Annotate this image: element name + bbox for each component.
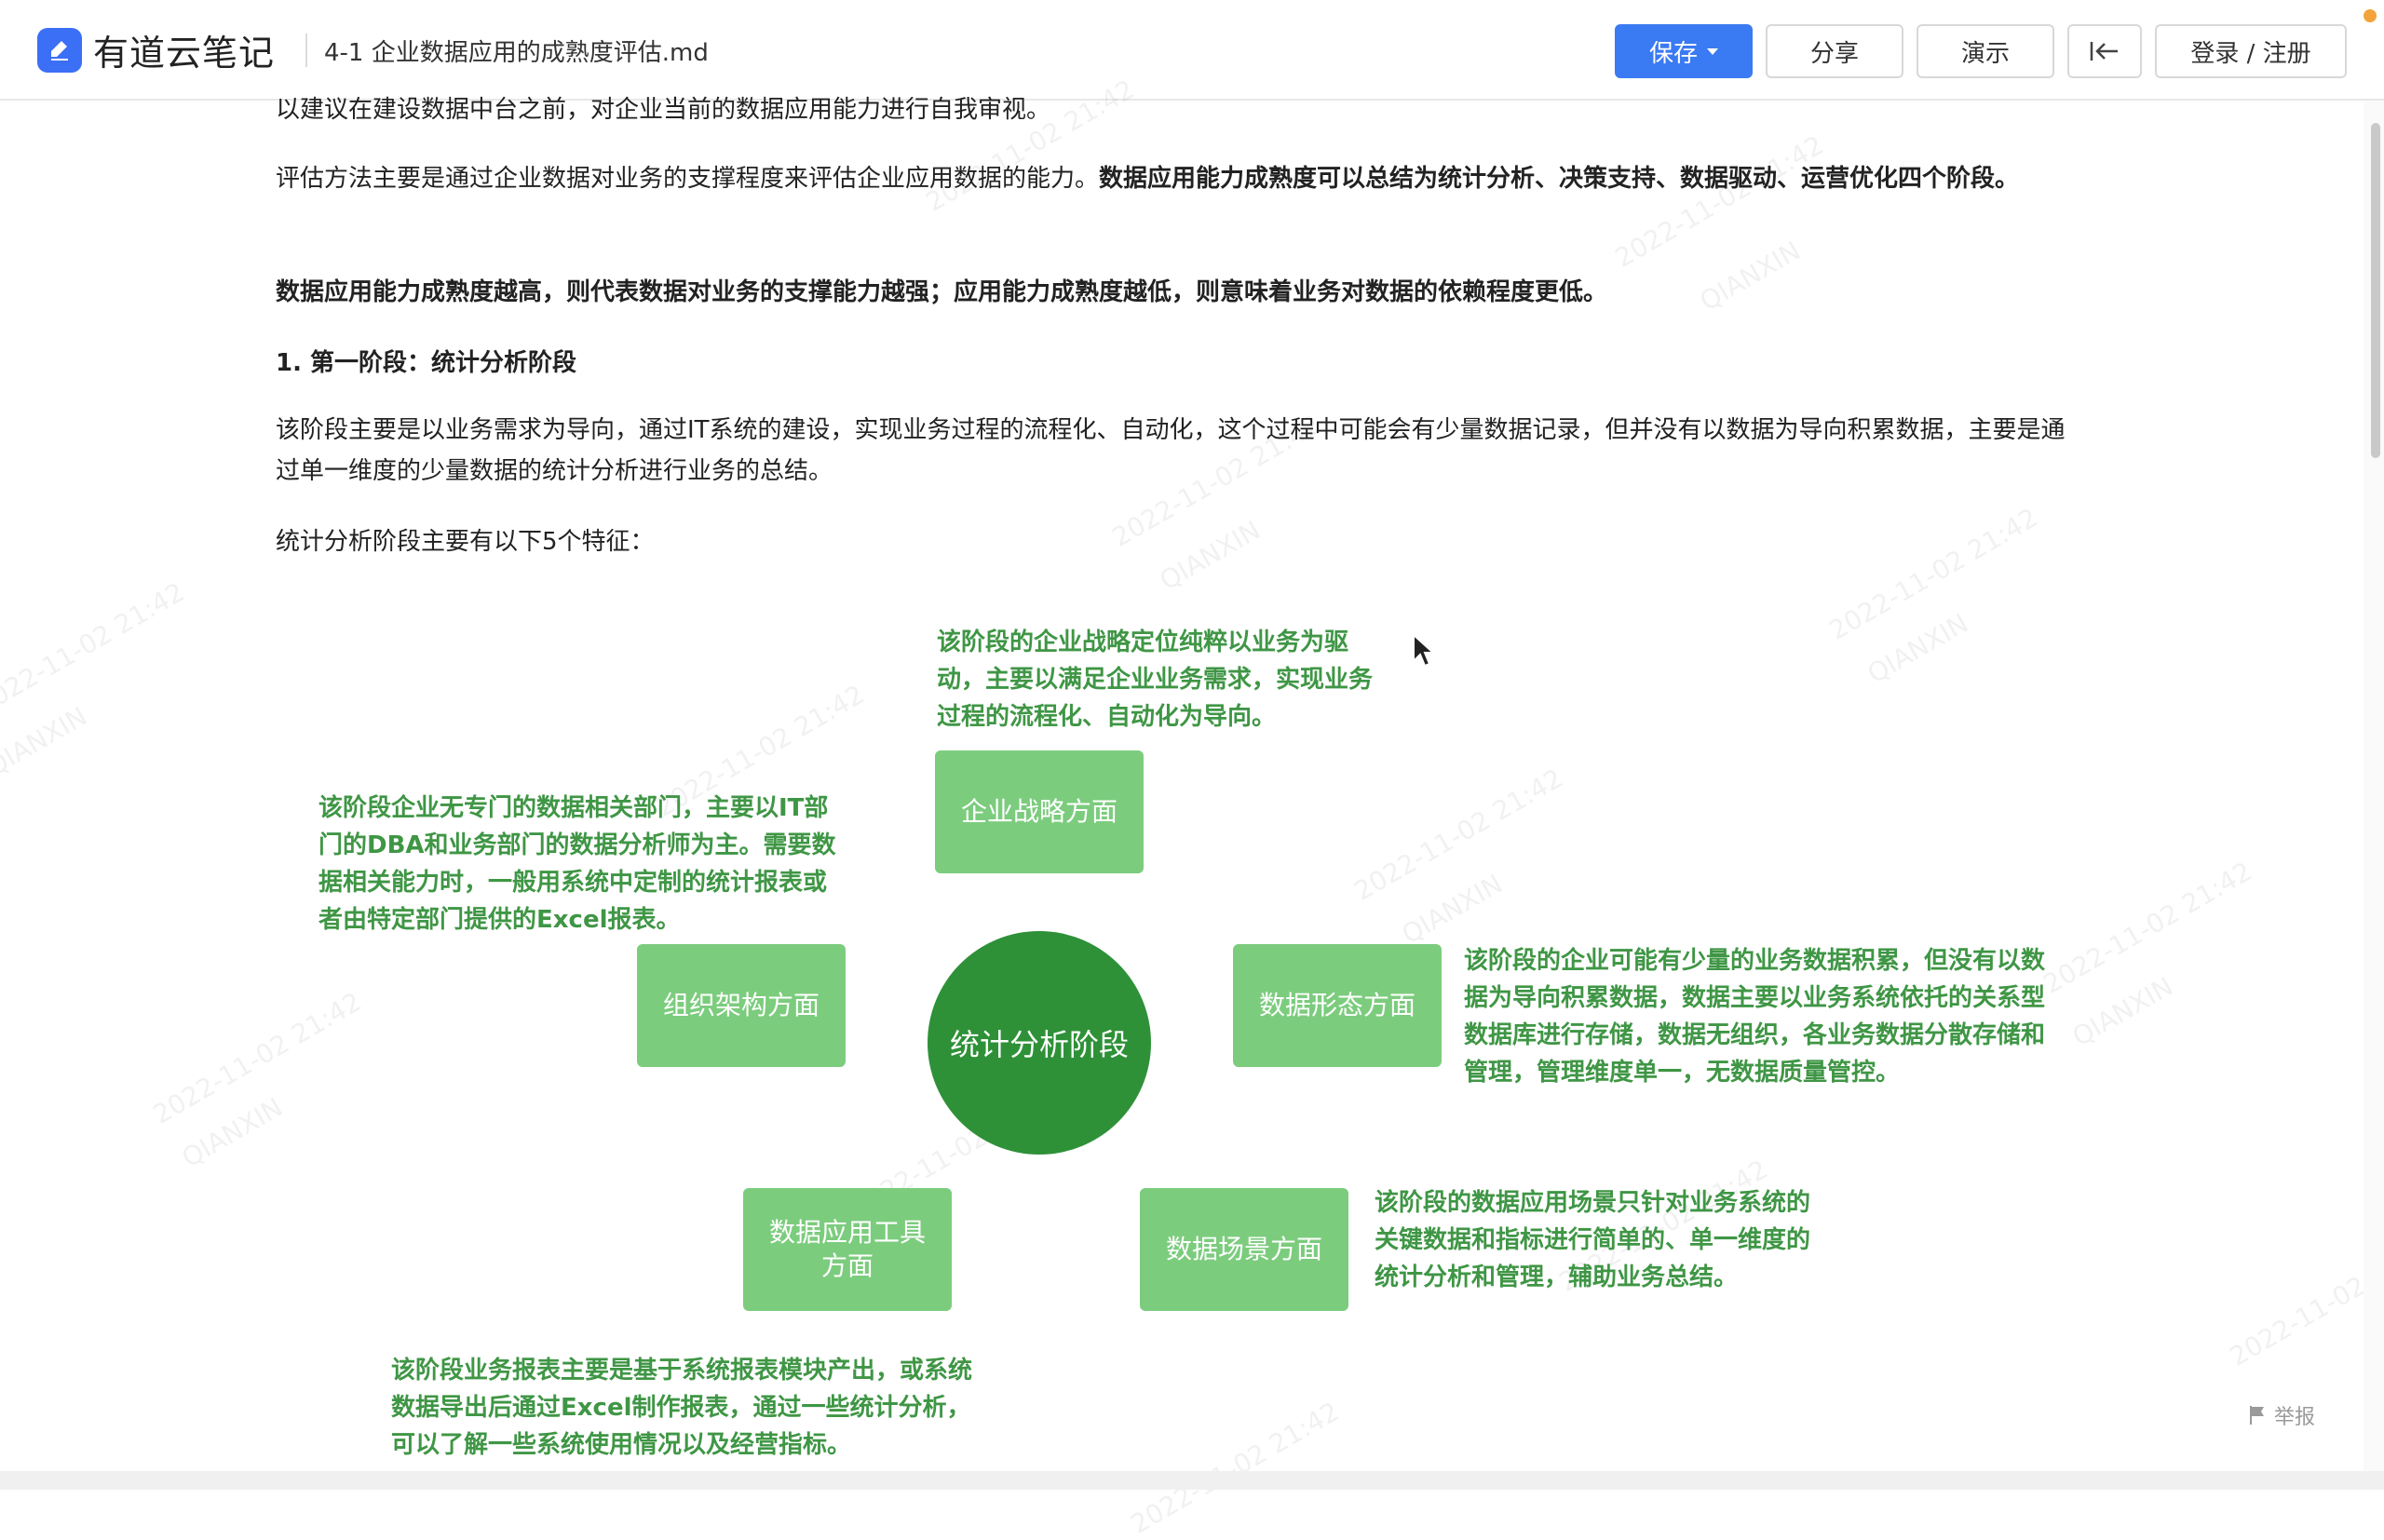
paragraph-stage-description: 该阶段主要是以业务需求为导向，通过IT系统的建设，实现业务过程的流程化、自动化，… (276, 416, 2066, 485)
scrollbar-thumb[interactable] (2371, 123, 2380, 458)
chevron-down-icon (1707, 47, 1718, 55)
flag-icon (2250, 1406, 2264, 1425)
save-button-label: 保存 (1648, 39, 1698, 68)
bottom-bar (0, 1471, 2384, 1490)
box-org: 组织架构方面 (637, 944, 846, 1067)
note-org: 该阶段企业无专门的数据相关部门，主要以IT部门的DBA和业务部门的数据分析师为主… (318, 794, 836, 934)
note-scenario: 该阶段的数据应用场景只针对业务系统的关键数据和指标进行简单的、单一维度的统计分析… (1375, 1189, 1811, 1291)
watermark: 2022-11-02 21:42 (1125, 1396, 1345, 1540)
watermark: 2022-11-02 21:42 (1348, 763, 1568, 907)
watermark: 2022-11-02 21:42 (0, 576, 190, 721)
box-scenario: 数据场景方面 (1140, 1188, 1348, 1311)
box-tools: 数据应用工具方面 (743, 1188, 952, 1311)
paragraph-cut-off: 以建议在建设数据中台之前，对企业当前的数据应用能力进行自我审视。 (276, 96, 1051, 124)
paragraph-bold-text: 数据应用能力成熟度可以总结为统计分析、决策支持、数据驱动、运营优化四个阶段。 (1099, 165, 2020, 193)
app-name[interactable]: 有道云笔记 (93, 24, 275, 75)
paragraph-maturity-note: 数据应用能力成熟度越高，则代表数据对业务的支撑能力越强；应用能力成熟度越低，则意… (276, 278, 1608, 306)
report-label: 举报 (2274, 1406, 2316, 1429)
collapse-left-icon (2090, 42, 2118, 61)
note-data-form: 该阶段的企业可能有少量的业务数据积累，但没有以数据为导向积累数据，数据主要以业务… (1464, 947, 2046, 1087)
paragraph-text: 评估方法主要是通过企业数据对业务的支撑程度来评估企业应用数据的能力。 (276, 165, 1100, 193)
paragraph-features-intro: 统计分析阶段主要有以下5个特征： (276, 528, 655, 556)
note-strategy: 该阶段的企业战略定位纯粹以业务为驱动，主要以满足企业业务需求，实现业务过程的流程… (937, 628, 1374, 731)
box-data-form: 数据形态方面 (1233, 944, 1442, 1067)
center-stage-circle: 统计分析阶段 (928, 931, 1151, 1155)
report-link[interactable]: 举报 (2248, 1400, 2315, 1430)
login-register-button[interactable]: 登录 / 注册 (2155, 24, 2347, 78)
watermark: QIANXIN (0, 700, 93, 783)
app-logo-icon[interactable] (37, 28, 82, 73)
paragraph-evaluation-method: 评估方法主要是通过企业数据对业务的支撑程度来评估企业应用数据的能力。数据应用能力… (276, 158, 2082, 199)
watermark: QIANXIN (1396, 868, 1509, 951)
watermark: 2022-11-02 21:42 (2224, 1228, 2384, 1372)
note-tools: 该阶段业务报表主要是基于系统报表模块产出，或系统数据导出后通过Excel制作报表… (391, 1357, 973, 1459)
collapse-sidebar-button[interactable] (2067, 24, 2142, 78)
watermark: QIANXIN (2066, 970, 2179, 1053)
notification-dot (2364, 9, 2377, 22)
header-divider (305, 34, 307, 67)
share-button[interactable]: 分享 (1766, 24, 1903, 78)
section-heading: 1. 第一阶段：统计分析阶段 (276, 349, 577, 377)
document-title: 4-1 企业数据应用的成熟度评估.md (324, 39, 709, 67)
box-strategy: 企业战略方面 (935, 750, 1144, 873)
present-button[interactable]: 演示 (1917, 24, 2054, 78)
save-button[interactable]: 保存 (1615, 24, 1753, 78)
mouse-cursor-icon (1413, 633, 1436, 668)
top-bar: 有道云笔记 4-1 企业数据应用的成熟度评估.md 保存 分享 演示 登录 / … (0, 0, 2384, 101)
